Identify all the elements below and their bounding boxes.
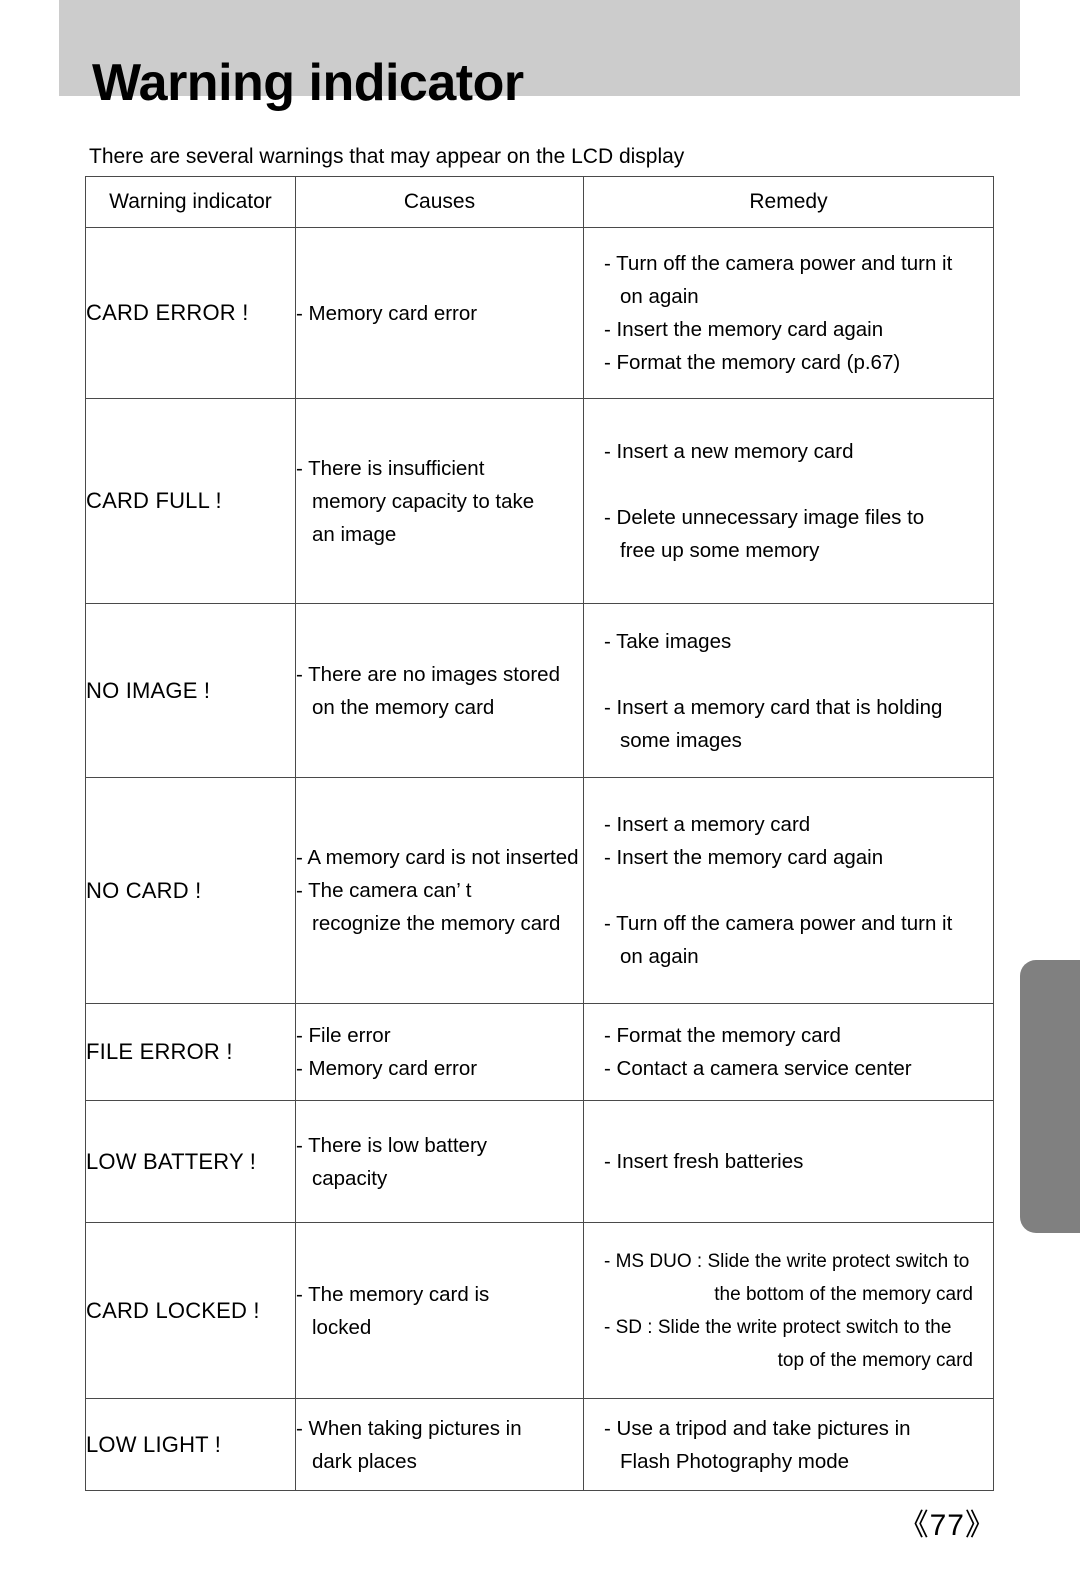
text-line: an image: [312, 522, 397, 546]
causes-cell: - There is low battery capacity: [295, 1100, 584, 1223]
remedy-cell: - Turn off the camera power and turn it o…: [583, 227, 994, 399]
column-header-warning-indicator: Warning indicator: [85, 176, 296, 228]
text-line: locked: [312, 1315, 372, 1339]
text-line: - Insert a memory card: [604, 813, 811, 836]
text-line: on the memory card: [312, 695, 495, 719]
text-line: - Format the memory card: [604, 1024, 841, 1047]
text-line: - The camera can’ t: [296, 879, 472, 902]
remedy-cell: - Insert a new memory card - Delete unne…: [583, 398, 994, 604]
table-header-row: Warning indicator Causes Remedy: [85, 176, 994, 228]
text-line: top of the memory card: [777, 1349, 973, 1371]
table-body: CARD ERROR ! - Memory card error - Turn of…: [85, 227, 994, 1491]
text-line: - Insert a new memory card: [604, 440, 854, 463]
warning-indicator-cell: LOW BATTERY !: [85, 1100, 296, 1223]
text-line: - Turn off the camera power and turn it: [604, 252, 953, 275]
text-line: free up some memory: [620, 539, 820, 562]
warning-indicator-cell: NO IMAGE !: [85, 603, 296, 778]
text-line: - When taking pictures in: [296, 1416, 522, 1440]
text-line: dark places: [312, 1449, 417, 1473]
text-line: - Insert the memory card again: [604, 846, 884, 869]
text-line: - File error: [296, 1024, 391, 1047]
causes-cell: - Memory card error: [295, 227, 584, 399]
text-line: the bottom of the memory card: [714, 1283, 973, 1305]
text-line: Flash Photography mode: [620, 1449, 850, 1473]
warning-indicator-cell: FILE ERROR !: [85, 1003, 296, 1101]
table-row: CARD LOCKED ! - The memory card is locked -…: [85, 1222, 994, 1399]
remedy-cell: - Take images - Insert a memory card tha…: [583, 603, 994, 778]
text-line: - Contact a camera service center: [604, 1057, 912, 1080]
causes-cell: - When taking pictures in dark places: [295, 1398, 584, 1491]
text-line: - Insert a memory card that is holding: [604, 695, 943, 719]
text-line: [604, 874, 993, 907]
table-row: NO IMAGE ! - There are no images stored on…: [85, 603, 994, 778]
causes-cell: - There are no images stored on the memor…: [295, 603, 584, 778]
causes-cell: - File error - Memory card error: [295, 1003, 584, 1101]
warning-indicator-cell: NO CARD !: [85, 777, 296, 1004]
page-title: Warning indicator: [92, 53, 524, 112]
table-row: CARD FULL ! - There is insufficient memory…: [85, 398, 994, 604]
text-line: [604, 658, 993, 691]
table-row: FILE ERROR ! - File error - Memory card er…: [85, 1003, 994, 1101]
remedy-cell: - Use a tripod and take pictures in Flash…: [583, 1398, 994, 1491]
warning-indicator-cell: CARD LOCKED !: [85, 1222, 296, 1399]
table-header: Warning indicator Causes Remedy: [85, 176, 994, 228]
text-line: - There is insufficient: [296, 456, 485, 480]
text-line: on again: [620, 285, 699, 308]
text-line: - Insert the memory card again: [604, 318, 884, 341]
text-line: - MS DUO : Slide the write protect switc…: [604, 1250, 970, 1272]
remedy-cell: - Format the memory card - Contact a came…: [583, 1003, 994, 1101]
warning-indicator-table: Warning indicator Causes Remedy CARD ERR…: [85, 176, 994, 1491]
warning-indicator-cell: CARD ERROR !: [85, 227, 296, 399]
warning-indicator-cell: LOW LIGHT !: [85, 1398, 296, 1491]
table-row: LOW BATTERY ! - There is low battery capac…: [85, 1100, 994, 1223]
remedy-cell: - Insert fresh batteries: [583, 1100, 994, 1223]
text-line: - Memory card error: [296, 301, 478, 325]
text-line: - SD : Slide the write protect switch to…: [604, 1316, 952, 1338]
table-row: LOW LIGHT ! - When taking pictures in dark…: [85, 1398, 994, 1491]
intro-paragraph: There are several warnings that may appe…: [89, 145, 685, 168]
text-line: - Use a tripod and take pictures in: [604, 1416, 911, 1440]
text-line: - Take images: [604, 629, 732, 653]
text-line: - The memory card is: [296, 1282, 490, 1306]
remedy-cell: - MS DUO : Slide the write protect switc…: [583, 1222, 994, 1399]
causes-cell: - A memory card is not inserted - The cam…: [295, 777, 584, 1004]
causes-cell: - The memory card is locked: [295, 1222, 584, 1399]
text-line: [604, 468, 993, 501]
text-line: - Memory card error: [296, 1057, 478, 1080]
causes-cell: - There is insufficient memory capacity t…: [295, 398, 584, 604]
text-line: on again: [620, 945, 699, 968]
text-line: capacity: [312, 1166, 388, 1190]
section-edge-tab: [1020, 960, 1080, 1233]
remedy-cell: - Insert a memory card - Insert the memor…: [583, 777, 994, 1004]
column-header-remedy: Remedy: [583, 176, 994, 228]
text-line: - Format the memory card (p.67): [604, 351, 901, 374]
text-line: - Turn off the camera power and turn it: [604, 912, 953, 935]
text-line: memory capacity to take: [312, 489, 535, 513]
page-number: 《77》: [898, 1509, 996, 1542]
text-line: - There are no images stored: [296, 662, 560, 686]
text-line: - Insert fresh batteries: [604, 1150, 804, 1173]
text-line: - A memory card is not inserted: [296, 846, 579, 869]
text-line: - There is low battery: [296, 1133, 488, 1157]
column-header-causes: Causes: [295, 176, 584, 228]
text-line: some images: [620, 728, 742, 752]
text-line: recognize the memory card: [312, 912, 561, 935]
table-row: CARD ERROR ! - Memory card error - Turn of…: [85, 227, 994, 399]
text-line: - Delete unnecessary image files to: [604, 506, 925, 529]
table-row: NO CARD ! - A memory card is not inserted…: [85, 777, 994, 1004]
warning-indicator-cell: CARD FULL !: [85, 398, 296, 604]
